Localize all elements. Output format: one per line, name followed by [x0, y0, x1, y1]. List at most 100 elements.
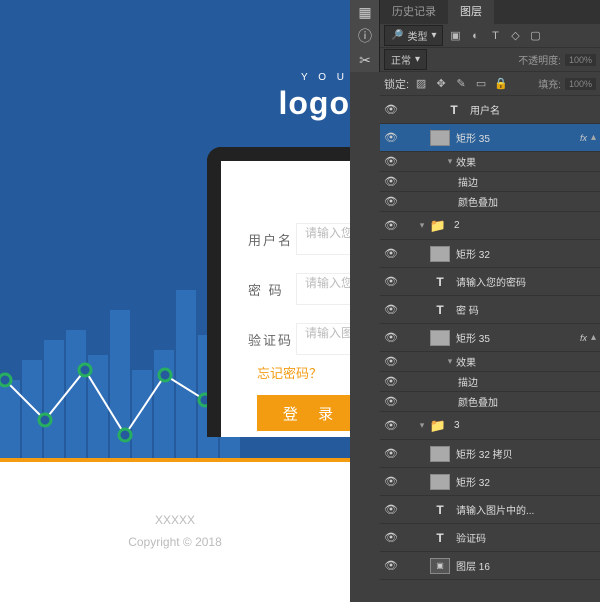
rect-thumb	[430, 446, 450, 462]
layer-name: 矩形 35	[456, 330, 580, 345]
visibility-toggle[interactable]: 👁	[380, 219, 402, 232]
crop-icon[interactable]: ✂	[350, 48, 380, 72]
layer-row[interactable]: 👁矩形 35fx▴	[380, 124, 600, 152]
visibility-toggle[interactable]: 👁	[380, 375, 402, 388]
visibility-toggle[interactable]: 👁	[380, 503, 402, 516]
text-thumb: T	[430, 502, 450, 518]
visibility-toggle[interactable]: 👁	[380, 559, 402, 572]
layers-tree[interactable]: 👁T用户名👁矩形 35fx▴👁▾效果👁描边👁颜色叠加👁▾📁2👁矩形 32👁T请输…	[380, 96, 600, 602]
visibility-toggle[interactable]: 👁	[380, 419, 402, 432]
layer-effect[interactable]: 👁描边	[380, 372, 600, 392]
layer-name: 请输入图片中的...	[456, 502, 600, 517]
rect-thumb	[430, 474, 450, 490]
visibility-toggle[interactable]: 👁	[380, 355, 402, 368]
layer-effect[interactable]: 👁描边	[380, 172, 600, 192]
layer-controls: 🔎 类型 ▾ ▣ ◐ T ◇ ▢ 正常 ▾ 不透明度: 100% 锁定: ▨ ✥…	[380, 24, 600, 72]
layer-name: 图层 16	[456, 558, 600, 573]
forgot-password-link[interactable]: 忘记密码？	[257, 363, 322, 382]
visibility-toggle[interactable]: 👁	[380, 155, 402, 168]
visibility-toggle[interactable]: 👁	[380, 103, 402, 116]
layer-name: 2	[454, 220, 600, 231]
folder-thumb: 📁	[428, 218, 448, 234]
layer-name: 密 码	[456, 302, 600, 317]
visibility-toggle[interactable]: 👁	[380, 395, 402, 408]
lock-label: 锁定:	[384, 76, 409, 92]
layer-name: 3	[454, 420, 600, 431]
lock-position-icon[interactable]: ✥	[433, 76, 449, 92]
layer-name: 矩形 32	[456, 246, 600, 261]
layer-name: 请输入您的密码	[456, 274, 600, 289]
visibility-toggle[interactable]: 👁	[380, 175, 402, 188]
lock-brush-icon[interactable]: ✎	[453, 76, 469, 92]
filter-adjust-icon[interactable]: ◐	[467, 28, 483, 44]
layer-row[interactable]: 👁 矩形 32 拷贝	[380, 440, 600, 468]
ruler-icon[interactable]: ▦	[350, 0, 380, 24]
logo-tagline: Y O U	[301, 72, 348, 83]
logo-text: logo	[278, 85, 350, 122]
opacity-value[interactable]: 100%	[565, 54, 596, 66]
text-thumb: T	[430, 302, 450, 318]
layer-row[interactable]: 👁▾📁3	[380, 412, 600, 440]
layer-row[interactable]: 👁 T 验证码	[380, 524, 600, 552]
layer-row[interactable]: 👁 矩形 32	[380, 468, 600, 496]
layer-effect[interactable]: 👁颜色叠加	[380, 392, 600, 412]
ps-left-toolbar: ▦ ⓘ ✂	[350, 0, 380, 72]
visibility-toggle[interactable]: 👁	[380, 275, 402, 288]
layer-row[interactable]: 👁 T 请输入您的密码	[380, 268, 600, 296]
password-label: 密 码	[248, 280, 296, 299]
username-label: 用户名	[248, 230, 296, 249]
visibility-toggle[interactable]: 👁	[380, 475, 402, 488]
fx-badge[interactable]: fx	[580, 333, 587, 343]
layer-row[interactable]: 👁 T 密 码	[380, 296, 600, 324]
footer-line1: XXXXX	[0, 510, 350, 532]
layer-name: 矩形 32	[456, 474, 600, 489]
visibility-toggle[interactable]: 👁	[380, 531, 402, 544]
filter-text-icon[interactable]: T	[487, 28, 503, 44]
fx-badge[interactable]: fx	[580, 133, 587, 143]
photoshop-panel: ▦ ⓘ ✂ 历史记录 图层 🔎 类型 ▾ ▣ ◐ T ◇ ▢ 正常 ▾ 不透明度…	[350, 0, 600, 602]
rect-thumb	[430, 246, 450, 262]
blend-mode-dropdown[interactable]: 正常 ▾	[384, 49, 427, 70]
visibility-toggle[interactable]: 👁	[380, 131, 402, 144]
layer-name: 用户名	[470, 102, 600, 117]
layer-row[interactable]: 👁 T 请输入图片中的...	[380, 496, 600, 524]
filter-shape-icon[interactable]: ◇	[507, 28, 523, 44]
filter-type-dropdown[interactable]: 🔎 类型 ▾	[384, 25, 443, 46]
visibility-toggle[interactable]: 👁	[380, 447, 402, 460]
layer-row[interactable]: 👁 T 用户名	[380, 96, 600, 124]
layer-row[interactable]: 👁 矩形 32	[380, 240, 600, 268]
rect-thumb	[430, 130, 450, 146]
layer-effect[interactable]: 👁颜色叠加	[380, 192, 600, 212]
layer-row[interactable]: 👁矩形 35fx▴	[380, 324, 600, 352]
filter-image-icon[interactable]: ▣	[447, 28, 463, 44]
text-thumb: T	[430, 530, 450, 546]
tab-layers[interactable]: 图层	[448, 0, 494, 24]
info-icon[interactable]: ⓘ	[350, 24, 380, 48]
panel-tabs: 历史记录 图层	[380, 0, 600, 24]
layer-row[interactable]: 👁▣图层 16	[380, 552, 600, 580]
layer-name: 矩形 32 拷贝	[456, 446, 600, 461]
footer: XXXXX Copyright © 2018	[0, 510, 350, 553]
filter-smart-icon[interactable]: ▢	[527, 28, 543, 44]
layer-effect[interactable]: 👁▾效果	[380, 152, 600, 172]
lock-artboard-icon[interactable]: ▭	[473, 76, 489, 92]
visibility-toggle[interactable]: 👁	[380, 195, 402, 208]
lock-pixels-icon[interactable]: ▨	[413, 76, 429, 92]
tab-history[interactable]: 历史记录	[380, 0, 448, 24]
folder-thumb: 📁	[428, 418, 448, 434]
fill-label: 填充:	[538, 76, 561, 91]
fill-value[interactable]: 100%	[565, 78, 596, 90]
layer-row[interactable]: 👁▾📁2	[380, 212, 600, 240]
lock-all-icon[interactable]: 🔒	[493, 76, 509, 92]
text-thumb: T	[430, 274, 450, 290]
footer-line2: Copyright © 2018	[0, 532, 350, 554]
layer-name: 验证码	[456, 530, 600, 545]
visibility-toggle[interactable]: 👁	[380, 331, 402, 344]
visibility-toggle[interactable]: 👁	[380, 247, 402, 260]
canvas-preview: Y O U logo 用户名 请输入您 密 码 请输入您 验证码 请输入图 忘记…	[0, 0, 350, 602]
layer-name: 矩形 35	[456, 130, 580, 145]
rect-thumb	[430, 330, 450, 346]
layer-effect[interactable]: 👁▾效果	[380, 352, 600, 372]
visibility-toggle[interactable]: 👁	[380, 303, 402, 316]
text-thumb: T	[444, 102, 464, 118]
